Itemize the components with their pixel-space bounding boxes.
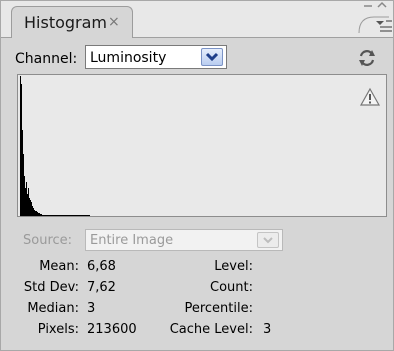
tab-label: Histogram	[24, 13, 107, 32]
stddev-label: Std Dev:	[23, 280, 79, 295]
window-close-icon[interactable]	[377, 1, 387, 9]
histogram-bar	[32, 206, 33, 216]
histogram-bar	[31, 202, 32, 216]
median-label: Median:	[27, 301, 79, 316]
chevron-down-icon	[205, 52, 219, 62]
warning-icon[interactable]	[359, 87, 381, 107]
histogram-bar	[26, 182, 27, 216]
channel-value: Luminosity	[90, 50, 167, 66]
histogram-bar	[33, 208, 34, 216]
histogram-bar	[24, 176, 25, 216]
histogram-bar	[28, 188, 29, 216]
mean-label: Mean:	[39, 259, 79, 274]
channel-dropdown-button[interactable]	[201, 48, 223, 66]
histogram-bar	[21, 84, 22, 216]
refresh-icon[interactable]	[356, 47, 378, 69]
histogram-bar	[30, 200, 31, 216]
pixels-label: Pixels:	[37, 322, 79, 337]
histogram-graph	[17, 74, 387, 217]
panel-menu-icon[interactable]	[356, 13, 392, 35]
count-label: Count:	[210, 280, 253, 295]
tab-histogram[interactable]: Histogram ×	[11, 6, 133, 38]
stddev-value: 7,62	[87, 280, 116, 295]
histogram-bar	[27, 194, 28, 216]
histogram-panel: Histogram × Channel: Luminosity Source: …	[0, 0, 394, 351]
histogram-baseline	[20, 215, 90, 216]
median-value: 3	[87, 301, 96, 316]
panel-tab-bar: Histogram ×	[1, 1, 393, 38]
channel-label: Channel:	[15, 51, 78, 67]
mean-value: 6,68	[87, 259, 116, 274]
cache-level-label: Cache Level:	[169, 322, 253, 337]
percentile-label: Percentile:	[184, 301, 253, 316]
source-dropdown-button	[257, 232, 279, 248]
source-value: Entire Image	[90, 233, 174, 248]
level-label: Level:	[214, 259, 253, 274]
collapse-icon[interactable]	[363, 1, 373, 9]
source-label: Source:	[23, 233, 73, 248]
histogram-bar	[25, 188, 26, 216]
histogram-chart	[20, 76, 90, 216]
close-icon[interactable]: ×	[108, 15, 122, 29]
source-select: Entire Image	[85, 229, 283, 251]
histogram-bar	[20, 76, 21, 216]
channel-select[interactable]: Luminosity	[85, 45, 227, 69]
histogram-bar	[29, 198, 30, 216]
histogram-bar	[23, 154, 24, 216]
cache-level-value: 3	[263, 322, 272, 337]
pixels-value: 213600	[87, 322, 137, 337]
chevron-down-icon	[263, 237, 273, 244]
histogram-bar	[22, 130, 23, 216]
